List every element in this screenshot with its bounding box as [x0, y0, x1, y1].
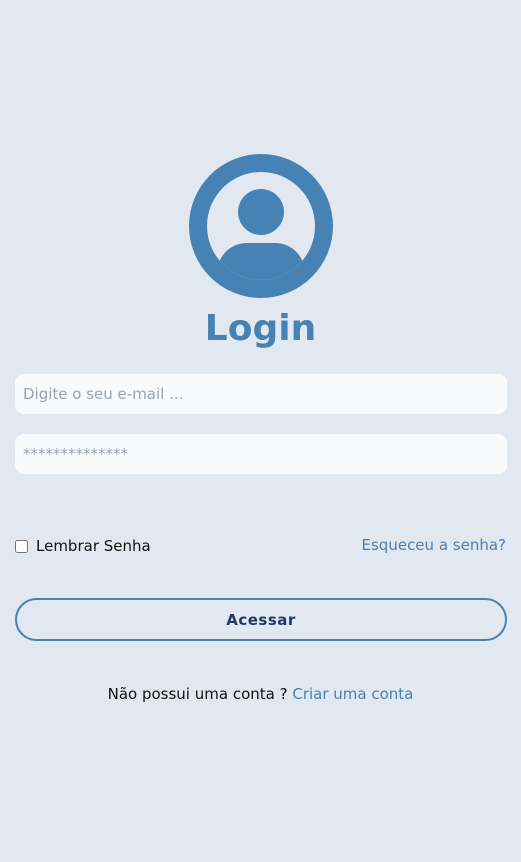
password-field[interactable] [15, 434, 507, 474]
login-page: Login Lembrar Senha Esqueceu a senha? Ac… [0, 0, 521, 862]
create-account-link[interactable]: Criar uma conta [292, 685, 413, 703]
login-button[interactable]: Acessar [15, 598, 507, 641]
remember-checkbox[interactable] [15, 539, 28, 553]
forgot-password-link[interactable]: Esqueceu a senha? [362, 536, 506, 554]
signup-prompt-text: Não possui uma conta ? [107, 685, 288, 703]
signup-prompt: Não possui uma conta ? Criar uma conta [0, 685, 521, 703]
remember-label: Lembrar Senha [36, 537, 151, 555]
remember-password[interactable]: Lembrar Senha [15, 537, 151, 555]
page-title: Login [204, 308, 317, 349]
user-circle-icon [189, 154, 333, 298]
email-field[interactable] [15, 374, 507, 414]
